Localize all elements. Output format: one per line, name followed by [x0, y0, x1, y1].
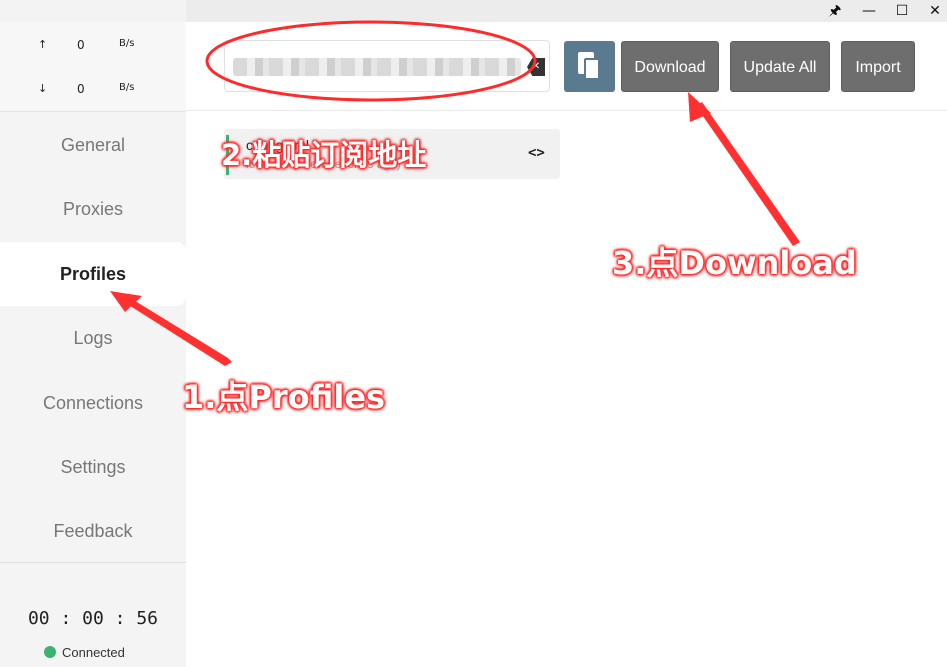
import-button[interactable]: Import	[841, 41, 915, 92]
update-all-button[interactable]: Update All	[730, 41, 830, 92]
uptime-timer: 00 : 00 : 56	[27, 608, 159, 629]
sidebar-item-settings[interactable]: Settings	[0, 435, 186, 499]
traffic-panel: ↑ 0 B/s ↓ 0 B/s	[0, 22, 186, 112]
paste-icon-front	[584, 58, 600, 80]
annotation-step3: 3.点Download	[612, 244, 857, 282]
minimize-button[interactable]: —	[858, 1, 880, 21]
sidebar-item-proxies[interactable]: Proxies	[0, 177, 186, 241]
status-label: Connected	[62, 645, 125, 660]
title-bar: 🖈 — ☐ ✕	[0, 0, 947, 22]
sidebar-item-connections[interactable]: Connections	[0, 371, 186, 435]
sidebar-item-profiles[interactable]: Profiles	[0, 242, 186, 306]
annotation-step2: 2.粘贴订阅地址	[221, 138, 427, 172]
paste-button[interactable]	[564, 41, 615, 92]
upload-arrow-icon: ↑	[38, 38, 48, 51]
sidebar-item-general[interactable]: General	[0, 113, 186, 177]
status-dot-icon	[44, 646, 56, 658]
download-speed: ↓ 0 B/s	[0, 82, 186, 102]
blurred-url-text	[233, 58, 521, 76]
close-button[interactable]: ✕	[924, 1, 946, 21]
connection-status: Connected	[44, 645, 125, 660]
pin-icon[interactable]: 🖈	[824, 1, 846, 21]
sidebar: ↑ 0 B/s ↓ 0 B/s General Proxies Profiles…	[0, 22, 186, 667]
download-arrow-icon: ↓	[38, 82, 48, 95]
maximize-button[interactable]: ☐	[891, 1, 913, 21]
sidebar-item-feedback[interactable]: Feedback	[0, 499, 186, 563]
download-value: 0	[77, 82, 85, 96]
backspace-icon[interactable]: ✕	[527, 58, 545, 76]
annotation-step1: 1.点Profiles	[182, 378, 386, 416]
upload-speed: ↑ 0 B/s	[0, 38, 186, 58]
subscription-url-input[interactable]: ✕	[224, 40, 550, 92]
connection-panel: 00 : 00 : 56 Connected	[0, 562, 186, 667]
toolbar-divider	[186, 110, 947, 111]
upload-value: 0	[77, 38, 85, 52]
download-button[interactable]: Download	[621, 41, 719, 92]
upload-unit: B/s	[119, 38, 135, 49]
edit-code-icon[interactable]: <>	[528, 145, 545, 161]
download-unit: B/s	[119, 82, 135, 93]
profiles-page: ✕ Download Update All Import config.yml …	[186, 22, 947, 667]
sidebar-item-logs[interactable]: Logs	[0, 306, 186, 370]
